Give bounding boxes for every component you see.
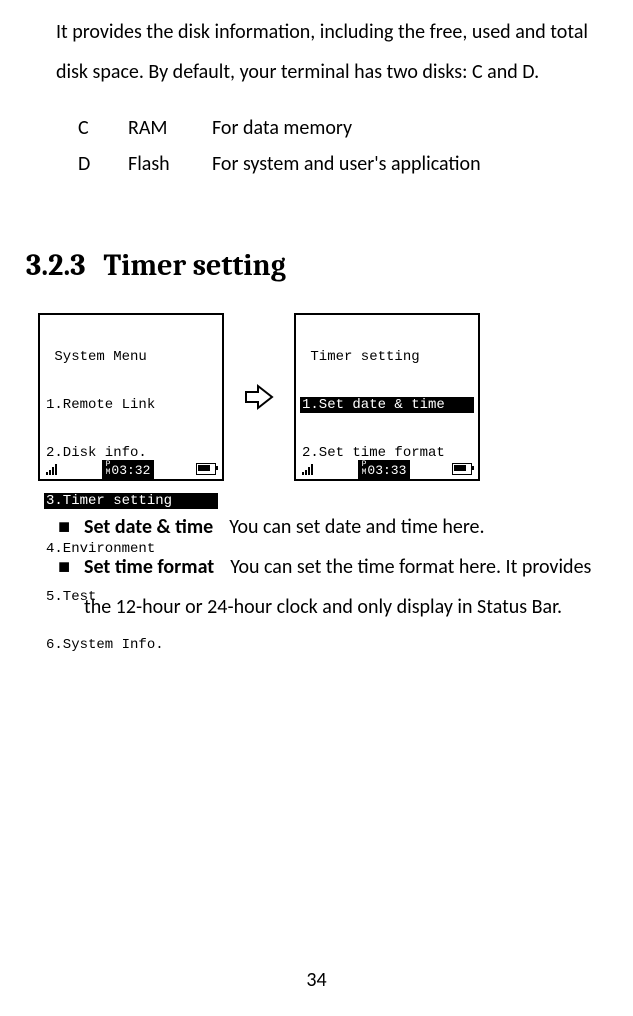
disk-drive: D — [78, 146, 100, 182]
lcd-menu-item: 1.Remote Link — [44, 397, 218, 413]
battery-icon — [196, 463, 216, 475]
lcd-menu-item: 6.System Info. — [44, 637, 218, 653]
lcd-screen-timer-setting: Timer setting 1.Set date & time 2.Set ti… — [294, 313, 480, 481]
disk-drive: C — [78, 110, 100, 146]
disk-desc: For system and user's application — [212, 146, 481, 182]
disk-table: C RAM For data memory D Flash For system… — [78, 110, 615, 182]
section-number: 3.2.3 — [26, 248, 86, 283]
lcd-ampm: P M — [106, 461, 111, 477]
lcd-menu-item: 4.Environment — [44, 541, 218, 557]
section-title: Timer setting — [104, 248, 286, 283]
lcd-menu-item-selected: 1.Set date & time — [300, 397, 474, 413]
table-row: C RAM For data memory — [78, 110, 615, 146]
battery-icon — [452, 463, 472, 475]
lcd-menu-item-selected: 3.Timer setting — [44, 493, 218, 509]
intro-paragraph: It provides the disk information, includ… — [56, 12, 605, 92]
lcd-screen-system-menu: System Menu 1.Remote Link 2.Disk info. 3… — [38, 313, 224, 481]
document-page: It provides the disk information, includ… — [0, 0, 633, 1016]
page-number: 34 — [0, 968, 633, 992]
disk-type: RAM — [128, 110, 184, 146]
signal-icon — [302, 463, 316, 475]
lcd-status-bar: P M03:32 — [40, 459, 222, 479]
table-row: D Flash For system and user's applicatio… — [78, 146, 615, 182]
signal-icon — [46, 463, 60, 475]
section-heading: 3.2.3 Timer setting — [26, 248, 615, 283]
lcd-time: P M03:33 — [358, 460, 411, 479]
lcd-time-value: 03:33 — [367, 463, 406, 478]
lcd-menu-item: 5.Test — [44, 589, 218, 605]
lcd-status-bar: P M03:33 — [296, 459, 478, 479]
lcd-title: System Menu — [44, 349, 218, 365]
lcd-time: P M03:32 — [102, 460, 155, 479]
arrow-right-icon — [244, 382, 274, 412]
disk-type: Flash — [128, 146, 184, 182]
disk-desc: For data memory — [212, 110, 352, 146]
lcd-title: Timer setting — [300, 349, 474, 365]
bullet-desc: You can set date and time here. — [229, 515, 484, 539]
lcd-ampm: P M — [362, 461, 367, 477]
lcd-screens-row: System Menu 1.Remote Link 2.Disk info. 3… — [38, 313, 615, 481]
lcd-time-value: 03:32 — [111, 463, 150, 478]
